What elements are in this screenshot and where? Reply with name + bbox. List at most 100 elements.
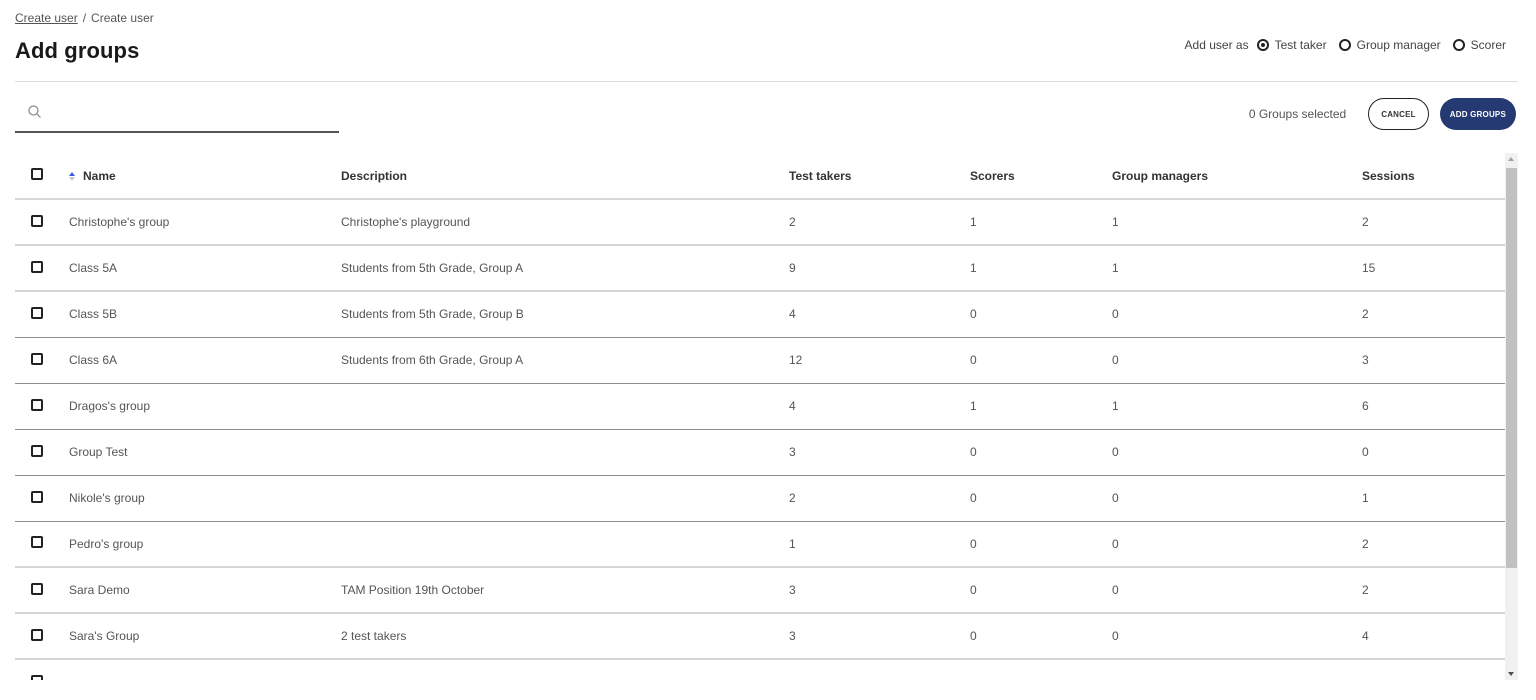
table-row[interactable]: Sara Demo TAM Position 19th October 3 0 0 2 — [15, 567, 1505, 614]
cell-sessions: 0 — [1362, 429, 1505, 476]
row-select-cell — [15, 613, 69, 660]
row-checkbox[interactable] — [31, 536, 43, 549]
cell-scorers: 1 — [970, 199, 1112, 246]
row-checkbox[interactable] — [31, 444, 43, 457]
radio-scorer[interactable]: Scorer — [1452, 38, 1506, 52]
row-select-cell — [15, 199, 69, 246]
cell-sessions: 2 — [1362, 521, 1505, 568]
header-select-cell — [15, 153, 69, 200]
cell-group-managers: 0 — [1112, 337, 1362, 384]
cell-test-takers: 2 — [789, 475, 970, 522]
table-row[interactable]: Dragos's group 4 1 1 6 — [15, 383, 1505, 430]
table-row[interactable]: Class 5A Students from 5th Grade, Group A… — [15, 245, 1505, 292]
breadcrumb-separator: / — [82, 11, 87, 25]
cell-sessions: 6 — [1362, 383, 1505, 430]
cell-test-takers: 9 — [789, 245, 970, 292]
role-picker: Add user as Test taker Group manager Sco… — [1185, 38, 1506, 52]
row-select-cell — [15, 567, 69, 614]
role-picker-label: Add user as — [1184, 38, 1249, 52]
action-bar: 0 Groups selected CANCEL ADD GROUPS — [1249, 98, 1516, 130]
cell-test-takers: 4 — [789, 383, 970, 430]
breadcrumb-link-create-user[interactable]: Create user — [15, 11, 78, 25]
sort-ascending-icon[interactable] — [69, 171, 75, 181]
column-header-name[interactable]: Name — [69, 153, 341, 200]
cell-group-managers: 0 — [1112, 475, 1362, 522]
cell-group-managers: 0 — [1112, 291, 1362, 338]
cell-name: Nikole's group — [69, 475, 341, 522]
cell-sessions: 15 — [1362, 245, 1505, 292]
row-checkbox[interactable] — [31, 398, 43, 411]
scroll-down-arrow-icon[interactable] — [1508, 672, 1514, 676]
cell-name: Christophe's group — [69, 199, 341, 246]
cell-description: Students from 6th Grade, Group A — [341, 337, 789, 384]
radio-test-taker[interactable]: Test taker — [1256, 38, 1327, 52]
row-checkbox[interactable] — [31, 628, 43, 641]
cell-group-managers: 0 — [1112, 567, 1362, 614]
cell-description: TAM Position 19th October — [341, 567, 789, 614]
radio-group-manager[interactable]: Group manager — [1338, 38, 1441, 52]
radio-unchecked-icon[interactable] — [1338, 39, 1351, 51]
radio-unchecked-icon[interactable] — [1452, 39, 1465, 51]
add-groups-button[interactable]: ADD GROUPS — [1439, 98, 1516, 130]
row-select-cell — [15, 337, 69, 384]
cell-name: Dragos's group — [69, 383, 341, 430]
cell-name: Sara's Group — [69, 613, 341, 660]
column-header-group-managers[interactable]: Group managers — [1112, 153, 1362, 200]
column-header-label: Name — [83, 168, 116, 183]
select-all-checkbox[interactable] — [31, 168, 43, 180]
selected-count: 0 Groups selected — [1248, 107, 1347, 121]
cell-test-takers: 3 — [789, 613, 970, 660]
cancel-button[interactable]: CANCEL — [1368, 98, 1429, 130]
cell-name: Class 5B — [69, 291, 341, 338]
search-input[interactable] — [47, 98, 339, 128]
row-checkbox[interactable] — [31, 582, 43, 595]
cell-scorers: 0 — [970, 429, 1112, 476]
table-scrollbar[interactable] — [1505, 153, 1518, 680]
row-select-cell — [15, 475, 69, 522]
cell-description — [341, 429, 789, 476]
row-checkbox[interactable] — [31, 490, 43, 503]
row-checkbox[interactable] — [31, 674, 43, 680]
column-header-sessions[interactable]: Sessions — [1362, 153, 1505, 200]
cell-description — [341, 521, 789, 568]
radio-label: Group manager — [1356, 38, 1441, 52]
cell-sessions: 2 — [1362, 199, 1505, 246]
row-checkbox[interactable] — [31, 306, 43, 319]
row-select-cell — [15, 291, 69, 338]
search-field[interactable] — [15, 98, 339, 133]
radio-checked-icon[interactable] — [1256, 39, 1269, 51]
column-header-test-takers[interactable]: Test takers — [789, 153, 970, 200]
column-header-description[interactable]: Description — [341, 153, 789, 200]
table-header-row: Name Description Test takers Scorers Gro… — [15, 153, 1505, 200]
cell-description: 2 test takers — [341, 613, 789, 660]
cell-scorers: 0 — [970, 613, 1112, 660]
table-row[interactable]: Christophe's group Christophe's playgroun… — [15, 199, 1505, 246]
radio-label: Test taker — [1274, 38, 1327, 52]
breadcrumb-current: Create user — [91, 11, 154, 25]
cell-description — [341, 383, 789, 430]
cell-scorers: 1 — [970, 383, 1112, 430]
cell-test-takers: 2 — [789, 199, 970, 246]
scrollbar-thumb[interactable] — [1506, 168, 1517, 568]
cell-test-takers: 4 — [789, 291, 970, 338]
row-select-cell — [15, 429, 69, 476]
scroll-up-arrow-icon[interactable] — [1508, 157, 1514, 161]
search-icon — [27, 104, 47, 124]
table-row[interactable]: Sara's Group 2 test takers 3 0 0 4 — [15, 613, 1505, 660]
breadcrumb: Create user / Create user — [15, 11, 154, 25]
clipped-row-content — [69, 659, 1505, 680]
row-checkbox[interactable] — [31, 260, 43, 273]
table-row[interactable]: Group Test 3 0 0 0 — [15, 429, 1505, 476]
table-row-clipped[interactable] — [15, 659, 1505, 680]
cell-group-managers: 1 — [1112, 199, 1362, 246]
cell-scorers: 0 — [970, 337, 1112, 384]
cell-group-managers: 1 — [1112, 245, 1362, 292]
row-checkbox[interactable] — [31, 214, 43, 227]
table-row[interactable]: Class 6A Students from 6th Grade, Group A… — [15, 337, 1505, 384]
column-header-scorers[interactable]: Scorers — [970, 153, 1112, 200]
table-row[interactable]: Class 5B Students from 5th Grade, Group B… — [15, 291, 1505, 338]
table-row[interactable]: Nikole's group 2 0 0 1 — [15, 475, 1505, 522]
row-checkbox[interactable] — [31, 352, 43, 365]
groups-table-container: Name Description Test takers Scorers Gro… — [15, 153, 1505, 680]
table-row[interactable]: Pedro's group 1 0 0 2 — [15, 521, 1505, 568]
